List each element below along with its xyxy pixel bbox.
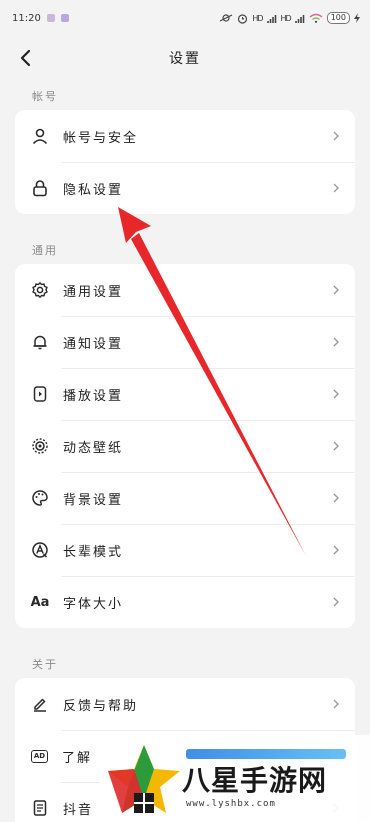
status-bar: 11:20 HD HD 100 bbox=[0, 0, 370, 36]
watermark-logo-icon bbox=[108, 745, 180, 813]
ad-icon: AD bbox=[31, 749, 48, 763]
account-card: 帐号与安全 隐私设置 bbox=[15, 110, 355, 214]
general-card: 通用设置 通知设置 播放设置 动态壁纸 背景设置 长辈模式 Aa 字体大小 bbox=[15, 264, 355, 628]
chevron-right-icon bbox=[333, 285, 339, 295]
row-background-settings[interactable]: 背景设置 bbox=[15, 472, 355, 524]
status-left: 11:20 bbox=[12, 13, 69, 24]
chevron-right-icon bbox=[333, 337, 339, 347]
battery-indicator: 100 bbox=[326, 12, 350, 24]
row-label: 通知设置 bbox=[63, 336, 124, 352]
row-privacy-settings[interactable]: 隐私设置 bbox=[15, 162, 355, 214]
page-title: 设置 bbox=[169, 51, 201, 67]
section-label-account: 帐号 bbox=[32, 90, 58, 103]
edit-icon bbox=[31, 695, 49, 713]
row-label: 隐私设置 bbox=[63, 182, 124, 198]
vibrate-icon bbox=[220, 14, 233, 22]
row-label: 长辈模式 bbox=[63, 544, 124, 560]
row-label: 通用设置 bbox=[63, 284, 124, 300]
font-size-icon: Aa bbox=[30, 594, 50, 610]
chevron-right-icon bbox=[333, 183, 339, 193]
chevron-right-icon bbox=[333, 131, 339, 141]
row-feedback-help[interactable]: 反馈与帮助 bbox=[15, 678, 355, 730]
gear-icon bbox=[31, 281, 49, 299]
row-label: 字体大小 bbox=[63, 596, 124, 612]
status-right: HD HD 100 bbox=[219, 12, 360, 24]
chevron-left-icon bbox=[20, 49, 31, 67]
signal-2-icon bbox=[294, 14, 305, 23]
alarm-icon bbox=[238, 13, 248, 24]
chevron-right-icon bbox=[333, 441, 339, 451]
chevron-right-icon bbox=[333, 597, 339, 607]
elder-mode-icon bbox=[31, 541, 49, 559]
row-elder-mode[interactable]: 长辈模式 bbox=[15, 524, 355, 576]
status-time: 11:20 bbox=[12, 12, 41, 24]
signal-2-text: HD bbox=[280, 13, 292, 23]
signal-1-icon bbox=[266, 14, 276, 23]
row-notification-settings[interactable]: 通知设置 bbox=[15, 316, 355, 368]
chevron-right-icon bbox=[333, 493, 339, 503]
document-icon bbox=[31, 799, 49, 817]
lock-icon bbox=[31, 179, 49, 197]
watermark: 八星手游网 www.lyshbx.com bbox=[100, 735, 370, 822]
watermark-title: 八星手游网 bbox=[182, 764, 328, 797]
chevron-right-icon bbox=[333, 389, 339, 399]
row-live-wallpaper[interactable]: 动态壁纸 bbox=[15, 420, 355, 472]
top-bar: 设置 bbox=[0, 36, 370, 80]
live-wallpaper-icon bbox=[31, 437, 49, 455]
watermark-url: www.lyshbx.com bbox=[186, 799, 276, 809]
palette-icon bbox=[31, 489, 49, 507]
back-button[interactable] bbox=[12, 44, 40, 72]
row-label: 动态壁纸 bbox=[63, 440, 124, 456]
play-device-icon bbox=[31, 385, 49, 403]
charging-icon bbox=[354, 13, 360, 23]
row-label: 帐号与安全 bbox=[63, 130, 139, 146]
row-label: 播放设置 bbox=[63, 388, 124, 404]
wifi-icon bbox=[309, 13, 323, 23]
row-playback-settings[interactable]: 播放设置 bbox=[15, 368, 355, 420]
section-label-about: 关于 bbox=[32, 658, 58, 671]
row-label: 背景设置 bbox=[63, 492, 124, 508]
section-label-general: 通用 bbox=[32, 244, 58, 257]
watermark-band bbox=[186, 749, 346, 759]
chevron-right-icon bbox=[333, 545, 339, 555]
signal-1-text: HD bbox=[252, 13, 263, 23]
chevron-right-icon bbox=[333, 699, 339, 709]
row-account-security[interactable]: 帐号与安全 bbox=[15, 110, 355, 162]
row-label: 反馈与帮助 bbox=[63, 698, 139, 714]
notification-icon bbox=[46, 14, 55, 22]
user-icon bbox=[31, 127, 49, 145]
row-general-settings[interactable]: 通用设置 bbox=[15, 264, 355, 316]
bell-icon bbox=[31, 333, 49, 351]
app-notification-icon bbox=[60, 14, 69, 22]
row-font-size[interactable]: Aa 字体大小 bbox=[15, 576, 355, 628]
